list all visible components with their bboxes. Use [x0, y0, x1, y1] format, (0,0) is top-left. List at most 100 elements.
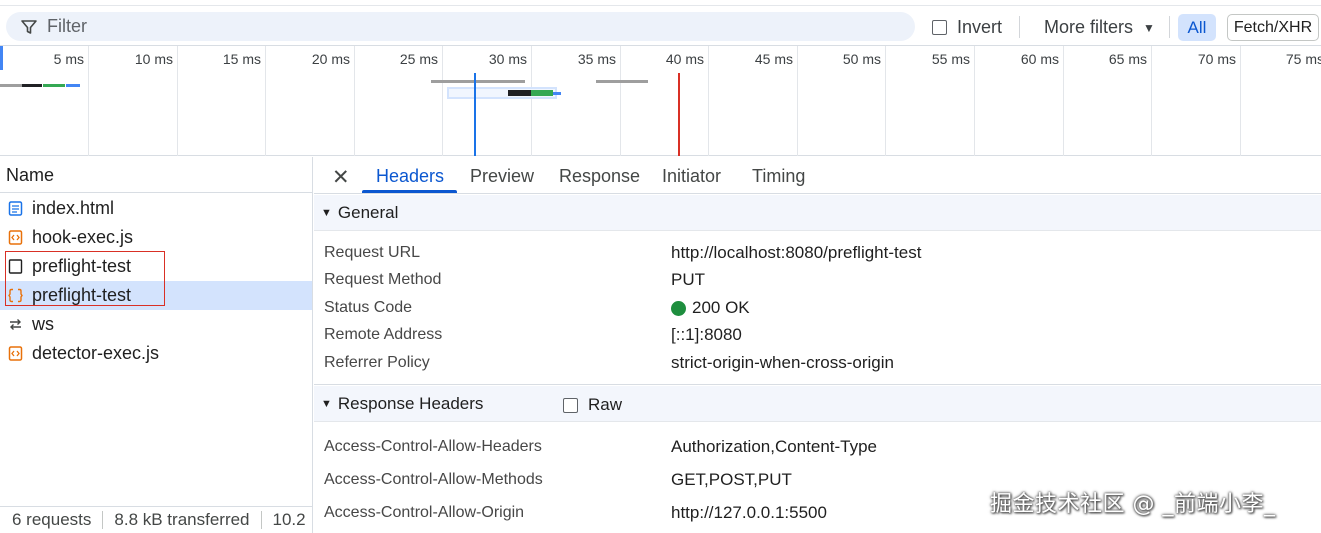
tab-headers[interactable]: Headers [376, 166, 444, 187]
transferred-size: 8.8 kB transferred [114, 510, 250, 529]
request-row-preflight-test-options[interactable]: preflight-test [0, 252, 312, 281]
header-value-remote-address: [::1]:8080 [671, 325, 742, 344]
timeline-window-handle[interactable] [0, 46, 3, 70]
document-icon [8, 201, 23, 216]
timeline-tick-label: 25 ms [399, 51, 438, 67]
filter-chip-all[interactable]: All [1178, 14, 1216, 41]
status-code-text: 200 OK [692, 298, 750, 317]
timeline-tick-label: 50 ms [842, 51, 881, 67]
filter-input[interactable] [47, 16, 747, 37]
active-tab-indicator [362, 190, 457, 193]
network-summary-bar: 6 requests 8.8 kB transferred 10.2 [0, 506, 313, 533]
timeline-gridline [974, 46, 975, 156]
status-divider [260, 511, 262, 529]
timeline-gridline [88, 46, 89, 156]
resources-size: 10.2 [272, 510, 306, 529]
header-key: Status Code [324, 299, 413, 316]
raw-label: Raw [588, 395, 623, 414]
response-headers-section-header[interactable]: ▼ Response Headers Raw [314, 386, 1321, 422]
timeline-gridline [1240, 46, 1241, 156]
timeline-gridline [885, 46, 886, 156]
name-column-header[interactable]: Name [0, 157, 312, 193]
request-row-index-html[interactable]: index.html [0, 194, 312, 223]
timeline-download-bar [531, 90, 553, 96]
header-key: Request Method [324, 271, 442, 288]
header-key: Remote Address [324, 326, 443, 343]
timeline-ttfb-bar [22, 84, 42, 87]
filter-chip-fetch-xhr[interactable]: Fetch/XHR [1227, 14, 1319, 41]
timeline-tick-label: 75 ms [1285, 51, 1321, 67]
request-name: index.html [32, 198, 115, 218]
raw-checkbox[interactable] [563, 397, 578, 413]
more-filters-dropdown[interactable]: More filters ▼ [1044, 17, 1155, 38]
header-key: Referrer Policy [324, 354, 430, 371]
tab-initiator[interactable]: Initiator [662, 166, 721, 187]
header-value-status-code: 200 OK [671, 298, 750, 318]
blank-file-icon [8, 259, 23, 274]
timeline-tick-label: 55 ms [931, 51, 970, 67]
fetch-icon [8, 288, 23, 303]
timeline-gridline [442, 46, 443, 156]
request-count: 6 requests [12, 510, 92, 529]
timeline-gridline [531, 46, 532, 156]
request-name: ws [32, 314, 54, 334]
timeline-gridline [1151, 46, 1152, 156]
request-row-detector-exec-js[interactable]: detector-exec.js [0, 339, 312, 368]
request-list-panel: Name index.html hook-exec.js preflight-t… [0, 157, 313, 533]
header-key: Access-Control-Allow-Origin [324, 504, 525, 521]
status-ok-icon [671, 300, 686, 316]
section-title: General [337, 202, 399, 222]
timeline-gridline [797, 46, 798, 156]
header-key: Request URL [324, 244, 421, 261]
timeline-tick-label: 40 ms [665, 51, 704, 67]
header-value-request-method: PUT [671, 270, 705, 289]
timeline-tick-label: 5 ms [53, 51, 84, 67]
websocket-icon [8, 317, 23, 332]
timeline-content-bar [66, 84, 80, 87]
raw-toggle[interactable]: Raw [563, 395, 622, 415]
timeline-content-bar [553, 92, 561, 95]
timeline-tick-label: 30 ms [488, 51, 527, 67]
timeline-gridline [265, 46, 266, 156]
tab-preview[interactable]: Preview [470, 166, 534, 187]
chevron-down-icon: ▼ [1143, 20, 1155, 35]
timeline-tick-label: 70 ms [1197, 51, 1236, 67]
timeline-download-bar [43, 84, 65, 87]
timeline-gridline [1063, 46, 1064, 156]
tab-timing[interactable]: Timing [752, 166, 805, 187]
request-row-ws[interactable]: ws [0, 310, 312, 339]
section-divider [314, 384, 1321, 385]
script-icon [8, 346, 23, 361]
triangle-down-icon: ▼ [321, 206, 332, 219]
request-name: preflight-test [32, 256, 132, 276]
more-filters-label: More filters [1044, 17, 1134, 37]
filter-box[interactable] [6, 12, 915, 41]
request-name: hook-exec.js [32, 227, 134, 247]
header-key: Access-Control-Allow-Headers [324, 438, 542, 455]
request-row-hook-exec-js[interactable]: hook-exec.js [0, 223, 312, 252]
timeline-tick-label: 45 ms [754, 51, 793, 67]
header-value: http://127.0.0.1:5500 [671, 503, 827, 522]
request-row-preflight-test-put[interactable]: preflight-test [0, 281, 312, 310]
status-divider [102, 511, 104, 529]
tab-response[interactable]: Response [559, 166, 640, 187]
toolbar-top-edge [0, 0, 1321, 6]
invert-toggle[interactable]: Invert [932, 17, 1002, 38]
general-section-header[interactable]: ▼ General [314, 195, 1321, 231]
timeline-gridline [620, 46, 621, 156]
script-icon [8, 230, 23, 245]
network-overview-timeline[interactable]: 5 ms 10 ms 15 ms 20 ms 25 ms 30 ms 35 ms 40 ms 4… [0, 46, 1321, 156]
timeline-waiting-bar [0, 84, 22, 87]
header-key: Access-Control-Allow-Methods [324, 471, 543, 488]
load-event-marker [678, 73, 680, 156]
invert-checkbox[interactable] [932, 20, 947, 35]
timeline-tick-label: 65 ms [1108, 51, 1147, 67]
timeline-tick-label: 10 ms [134, 51, 173, 67]
header-value-request-url: http://localhost:8080/preflight-test [671, 243, 922, 262]
request-details-panel: ✕ Headers Preview Response Initiator Tim… [314, 157, 1321, 533]
request-name: preflight-test [32, 285, 132, 305]
close-icon[interactable]: ✕ [332, 165, 350, 190]
header-value: Authorization,Content-Type [671, 437, 878, 456]
timeline-waiting-bar [431, 80, 525, 83]
toolbar-divider [1169, 16, 1170, 38]
